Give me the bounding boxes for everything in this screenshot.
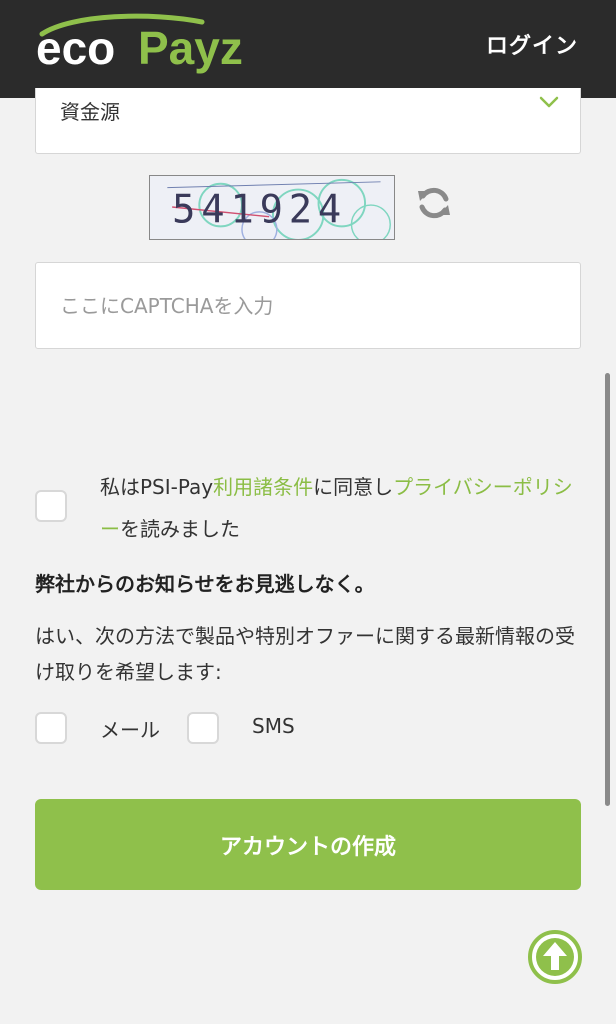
ecopayz-logo[interactable]: eco Payz bbox=[32, 12, 272, 74]
sms-label: SMS bbox=[252, 714, 295, 738]
funds-source-select[interactable]: 資金源 bbox=[35, 88, 581, 154]
email-label: メール bbox=[100, 718, 160, 742]
logo-payz-text: Payz bbox=[138, 22, 243, 74]
scrollbar[interactable] bbox=[605, 373, 610, 806]
notice-title: 弊社からのお知らせをお見逃しなく。 bbox=[35, 572, 375, 596]
notice-description: はい、次の方法で製品や特別オファーに関する最新情報の受け取りを希望します: bbox=[35, 624, 575, 684]
arrow-up-circle-icon[interactable] bbox=[527, 929, 583, 985]
terms-middle: に同意し bbox=[313, 475, 394, 499]
terms-checkbox[interactable] bbox=[35, 490, 67, 522]
create-account-button[interactable]: アカウントの作成 bbox=[35, 799, 581, 890]
email-checkbox[interactable] bbox=[35, 712, 67, 744]
funds-source-value: 資金源 bbox=[60, 100, 120, 124]
app-header: eco Payz ログイン bbox=[0, 0, 616, 98]
terms-link[interactable]: 利用諸条件 bbox=[213, 475, 313, 499]
terms-text: 私はPSI-Pay利用諸条件に同意しプライバシーポリシーを読みました bbox=[100, 466, 580, 550]
captcha-image: 541924 bbox=[149, 175, 395, 240]
captcha-code: 541924 bbox=[172, 188, 347, 233]
chevron-down-icon bbox=[539, 96, 559, 108]
terms-prefix: 私はPSI-Pay bbox=[100, 475, 214, 499]
captcha-input-wrapper bbox=[35, 262, 581, 349]
logo-eco-text: eco bbox=[36, 22, 115, 74]
sms-checkbox[interactable] bbox=[187, 712, 219, 744]
terms-suffix: を読みました bbox=[120, 517, 240, 541]
captcha-input[interactable] bbox=[36, 263, 580, 348]
refresh-icon[interactable] bbox=[416, 185, 452, 221]
login-link[interactable]: ログイン bbox=[486, 28, 578, 60]
